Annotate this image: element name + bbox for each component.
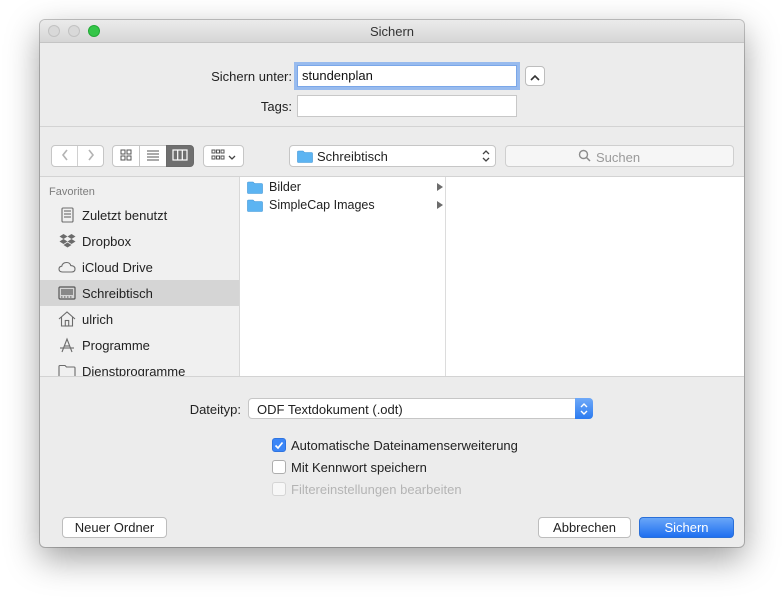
folder-icon bbox=[247, 199, 263, 212]
desktop-icon bbox=[58, 284, 76, 302]
updown-chevron-icon bbox=[575, 398, 593, 419]
search-field[interactable]: Suchen bbox=[505, 145, 734, 167]
sidebar-item-label: ulrich bbox=[82, 311, 114, 327]
sidebar-item-recents[interactable]: Zuletzt benutzt bbox=[40, 202, 239, 228]
divider bbox=[40, 126, 744, 127]
auto-extension-checkbox[interactable] bbox=[272, 438, 286, 452]
updown-chevron-icon bbox=[482, 149, 490, 166]
chevron-right-icon bbox=[87, 149, 95, 164]
checkbox-label: Mit Kennwort speichern bbox=[291, 459, 427, 475]
password-option[interactable]: Mit Kennwort speichern bbox=[272, 458, 427, 476]
chevron-down-icon bbox=[228, 149, 236, 164]
sidebar-item-label: Programme bbox=[82, 337, 150, 353]
browser-column: Bilder SimpleCap Images bbox=[241, 177, 446, 376]
list-item-label: Bilder bbox=[269, 180, 301, 194]
sidebar-item-home[interactable]: ulrich bbox=[40, 306, 239, 332]
list-item-label: SimpleCap Images bbox=[269, 198, 375, 212]
forward-button[interactable] bbox=[78, 146, 103, 166]
dropbox-icon bbox=[58, 232, 76, 250]
password-checkbox[interactable] bbox=[272, 460, 286, 474]
filetype-label: Dateityp: bbox=[189, 402, 241, 417]
sidebar-item-label: Dienstprogramme bbox=[82, 363, 186, 377]
filter-settings-option: Filtereinstellungen bearbeiten bbox=[272, 480, 462, 498]
filter-settings-checkbox bbox=[272, 482, 286, 496]
checkbox-label: Automatische Dateinamenserweiterung bbox=[291, 437, 518, 453]
tags-label: Tags: bbox=[260, 99, 292, 114]
checkmark-icon bbox=[274, 438, 284, 453]
search-icon bbox=[578, 149, 591, 165]
folder-icon bbox=[247, 181, 263, 194]
columns-icon bbox=[172, 148, 188, 164]
group-by-button[interactable] bbox=[203, 145, 244, 167]
sidebar-item-applications[interactable]: Programme bbox=[40, 332, 239, 358]
sidebar-item-desktop[interactable]: Schreibtisch bbox=[40, 280, 239, 306]
list-item[interactable]: Bilder bbox=[241, 178, 445, 196]
sidebar-item-label: Dropbox bbox=[82, 233, 132, 249]
checkbox-label: Filtereinstellungen bearbeiten bbox=[291, 481, 462, 497]
home-icon bbox=[58, 310, 76, 328]
grid-icon bbox=[120, 149, 132, 164]
save-as-label: Sichern unter: bbox=[211, 69, 292, 84]
sidebar: Favoriten Zuletzt benutzt Dropbox iCloud… bbox=[40, 177, 240, 376]
filetype-value: ODF Textdokument (.odt) bbox=[257, 402, 403, 417]
column-view-button[interactable] bbox=[166, 145, 194, 167]
list-item[interactable]: SimpleCap Images bbox=[241, 196, 445, 214]
recents-icon bbox=[58, 206, 76, 224]
location-label: Schreibtisch bbox=[317, 149, 388, 164]
chevron-up-icon bbox=[530, 69, 540, 84]
sidebar-item-dropbox[interactable]: Dropbox bbox=[40, 228, 239, 254]
window-title: Sichern bbox=[369, 24, 415, 39]
back-button[interactable] bbox=[52, 146, 78, 166]
folder-icon bbox=[58, 362, 76, 376]
search-placeholder: Suchen bbox=[596, 149, 641, 165]
save-dialog: Sichern Sichern unter: stundenplan Tags: bbox=[40, 20, 744, 547]
filename-input[interactable]: stundenplan bbox=[297, 65, 517, 87]
cloud-icon bbox=[58, 258, 76, 276]
chevron-left-icon bbox=[61, 149, 69, 164]
sidebar-header: Favoriten bbox=[49, 186, 95, 198]
desktop-folder-icon bbox=[297, 150, 313, 166]
sidebar-item-label: iCloud Drive bbox=[82, 259, 153, 275]
disclosure-arrow-icon bbox=[437, 183, 443, 191]
disclosure-arrow-icon bbox=[437, 201, 443, 209]
collapse-dialog-button[interactable] bbox=[525, 66, 545, 86]
group-grid-icon bbox=[211, 149, 225, 164]
list-view-button[interactable] bbox=[139, 145, 167, 167]
applications-icon bbox=[58, 336, 76, 354]
list-icon bbox=[146, 149, 160, 164]
auto-extension-option[interactable]: Automatische Dateinamenserweiterung bbox=[272, 436, 518, 454]
icon-view-button[interactable] bbox=[112, 145, 140, 167]
new-folder-button[interactable]: Neuer Ordner bbox=[62, 517, 167, 538]
back-forward-control bbox=[51, 145, 104, 167]
title-bar: Sichern bbox=[40, 20, 744, 43]
sidebar-item-label: Schreibtisch bbox=[82, 285, 153, 301]
tags-input[interactable] bbox=[297, 95, 517, 117]
sidebar-item-icloud[interactable]: iCloud Drive bbox=[40, 254, 239, 280]
filetype-select[interactable]: ODF Textdokument (.odt) bbox=[248, 398, 593, 419]
sidebar-item-label: Zuletzt benutzt bbox=[82, 207, 168, 223]
sidebar-item-utilities[interactable]: Dienstprogramme bbox=[40, 358, 239, 377]
divider bbox=[40, 376, 744, 377]
file-browser: Favoriten Zuletzt benutzt Dropbox iCloud… bbox=[40, 177, 744, 376]
save-button[interactable]: Sichern bbox=[639, 517, 734, 538]
cancel-button[interactable]: Abbrechen bbox=[538, 517, 631, 538]
location-popup[interactable]: Schreibtisch bbox=[289, 145, 496, 167]
